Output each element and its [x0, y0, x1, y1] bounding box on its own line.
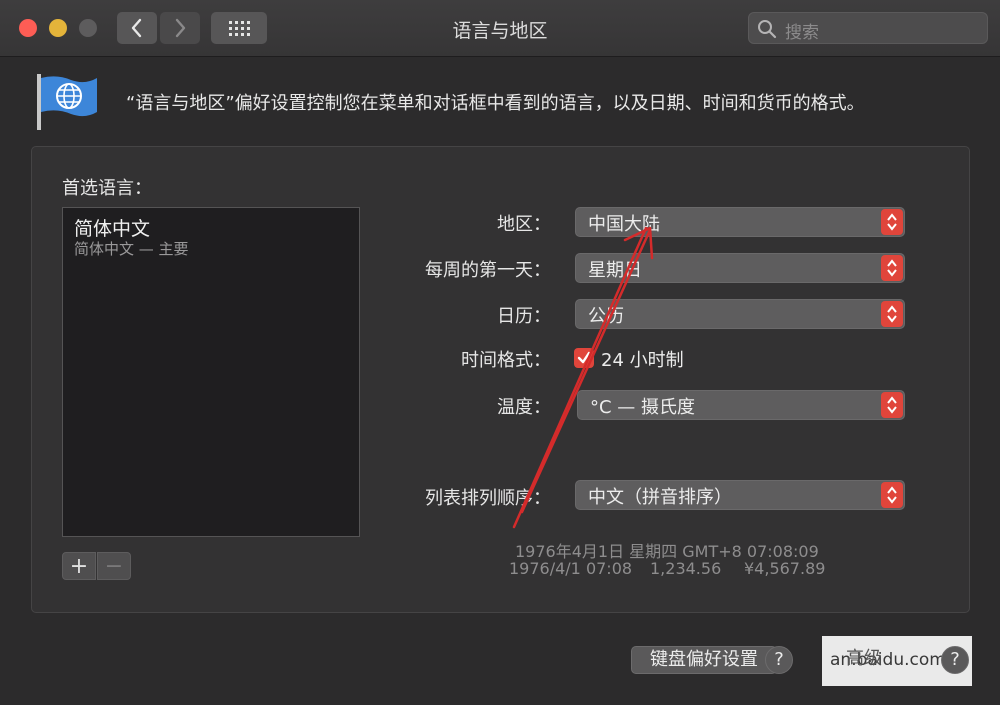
- 24-hour-checkbox[interactable]: [574, 348, 594, 368]
- search-placeholder: 搜索: [785, 23, 819, 43]
- remove-language-button[interactable]: −: [97, 552, 131, 580]
- sort-order-popup[interactable]: 中文（拼音排序）: [575, 480, 905, 510]
- calendar-popup[interactable]: 公历: [575, 299, 905, 329]
- language-item-subtitle: 简体中文 — 主要: [74, 240, 189, 258]
- region-label: 地区：: [497, 214, 551, 235]
- help-button-right[interactable]: ?: [941, 646, 969, 674]
- preferred-languages-label: 首选语言：: [62, 178, 152, 199]
- popup-arrows-icon: [881, 209, 903, 235]
- region-popup[interactable]: 中国大陆: [575, 207, 905, 237]
- calendar-value: 公历: [588, 306, 624, 327]
- time-format-label: 时间格式：: [461, 350, 551, 371]
- temperature-value: °C — 摄氏度: [590, 397, 696, 418]
- sort-order-value: 中文（拼音排序）: [588, 487, 732, 508]
- 24-hour-checkbox-label[interactable]: 24 小时制: [601, 346, 684, 372]
- sample-number: 1,234.56: [650, 559, 722, 578]
- sample-date-short: 1976/4/1 07:08: [509, 559, 633, 578]
- region-value: 中国大陆: [588, 214, 660, 235]
- add-language-button[interactable]: +: [62, 552, 96, 580]
- temperature-label: 温度：: [497, 397, 551, 418]
- popup-arrows-icon: [881, 301, 903, 327]
- sort-order-label: 列表排列顺序：: [425, 488, 551, 509]
- popup-arrows-icon: [881, 255, 903, 281]
- pane-description: “语言与地区”偏好设置控制您在菜单和对话框中看到的语言，以及日期、时间和货币的格…: [126, 93, 865, 114]
- help-button-left[interactable]: ?: [765, 646, 793, 674]
- temperature-popup[interactable]: °C — 摄氏度: [577, 390, 905, 420]
- popup-arrows-icon: [881, 392, 903, 418]
- globe-flag-icon: [37, 74, 97, 130]
- sample-currency: ¥4,567.89: [744, 559, 826, 578]
- first-day-popup[interactable]: 星期日: [575, 253, 905, 283]
- popup-arrows-icon: [881, 482, 903, 508]
- search-field[interactable]: 搜索: [748, 12, 988, 44]
- checkmark-icon: [577, 351, 591, 364]
- search-icon: [758, 20, 777, 39]
- first-day-value: 星期日: [588, 260, 642, 281]
- language-item-name[interactable]: 简体中文: [74, 214, 150, 241]
- calendar-label: 日历：: [497, 306, 551, 327]
- first-day-label: 每周的第一天：: [425, 260, 551, 281]
- title-bar: 语言与地区 搜索: [0, 0, 1000, 57]
- advanced-button[interactable]: 高级: [828, 646, 900, 674]
- keyboard-preferences-button[interactable]: 键盘偏好设置: [631, 646, 777, 674]
